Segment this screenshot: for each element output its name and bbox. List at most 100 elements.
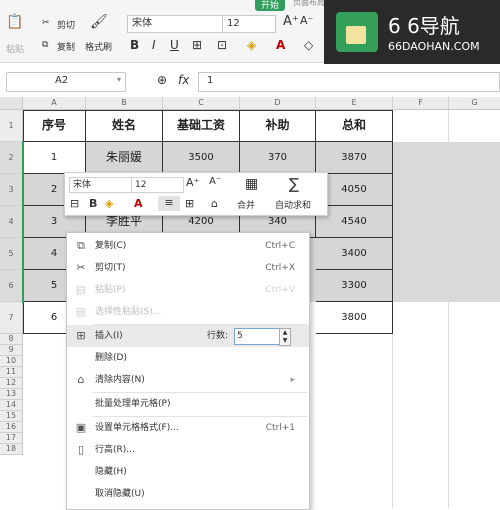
column-header[interactable]: A bbox=[23, 97, 86, 110]
eraser-icon[interactable]: ◇ bbox=[304, 38, 313, 52]
row-header[interactable]: 7 bbox=[0, 302, 23, 334]
header-name[interactable]: 姓名 bbox=[86, 110, 163, 142]
grow-font-button[interactable]: A⁺ bbox=[283, 14, 299, 29]
copy-button[interactable]: 复制 bbox=[57, 40, 75, 53]
autosum-button[interactable]: 自动求和 bbox=[275, 198, 311, 211]
zoom-icon[interactable]: ⊕ bbox=[157, 73, 167, 87]
row-header[interactable]: 13 bbox=[0, 389, 23, 400]
header-subsidy[interactable]: 补助 bbox=[240, 110, 316, 142]
underline-button[interactable]: U bbox=[170, 38, 179, 52]
insert-rows-input[interactable]: 5 bbox=[234, 328, 282, 345]
row-header[interactable]: 1 bbox=[0, 110, 23, 142]
menu-item-delete[interactable]: 删除(D) bbox=[67, 347, 309, 369]
column-header[interactable]: D bbox=[240, 97, 316, 110]
menu-item-unhide[interactable]: 取消隐藏(U) bbox=[67, 483, 309, 505]
column-header[interactable]: B bbox=[86, 97, 163, 110]
border-icon[interactable]: ⊞ bbox=[185, 197, 194, 210]
formula-input[interactable]: 1 bbox=[198, 72, 500, 92]
column-header[interactable]: G bbox=[449, 97, 500, 110]
insert-icon: ⊞ bbox=[76, 329, 86, 342]
header-total[interactable]: 总和 bbox=[316, 110, 393, 142]
tab-home[interactable]: 开始 bbox=[255, 0, 286, 11]
header-base-salary[interactable]: 基础工资 bbox=[163, 110, 240, 142]
row-header[interactable]: 18 bbox=[0, 444, 23, 455]
table-cell[interactable]: 3300 bbox=[316, 270, 393, 302]
paste-icon[interactable]: 📋 bbox=[6, 14, 23, 30]
font-name-select[interactable]: 宋体 bbox=[127, 15, 223, 33]
font-size-select[interactable]: 12 bbox=[222, 15, 276, 33]
header-seq[interactable]: 序号 bbox=[23, 110, 86, 142]
name-box[interactable]: A2 ▾ bbox=[6, 72, 126, 92]
row-header[interactable]: 17 bbox=[0, 433, 23, 444]
row-header[interactable]: 10 bbox=[0, 356, 23, 367]
paste-button[interactable]: 粘贴 bbox=[6, 42, 24, 55]
autosum-icon[interactable]: ∑ bbox=[289, 175, 299, 193]
mini-font-color-button[interactable]: A bbox=[134, 197, 143, 210]
chevron-down-icon[interactable]: ▾ bbox=[117, 75, 121, 84]
menu-item-paste-special[interactable]: ▤ 选择性粘贴(S)... bbox=[67, 301, 309, 323]
column-header[interactable]: C bbox=[163, 97, 240, 110]
format-painter-button[interactable]: 格式刷 bbox=[85, 40, 112, 53]
tab-page-layout[interactable]: 页面布局 bbox=[293, 0, 325, 8]
mini-bold-button[interactable]: B bbox=[89, 197, 97, 210]
scissors-icon[interactable]: ✂ bbox=[42, 18, 50, 28]
row-header[interactable]: 8 bbox=[0, 334, 23, 345]
row-header[interactable]: 12 bbox=[0, 378, 23, 389]
menu-item-format-cells[interactable]: ▣ 设置单元格格式(F)... Ctrl+1 bbox=[67, 417, 309, 439]
menu-item-copy[interactable]: ⧉ 复制(C) Ctrl+C bbox=[67, 235, 309, 257]
cut-button[interactable]: 剪切 bbox=[57, 18, 75, 31]
shrink-font-button[interactable]: A⁻ bbox=[300, 14, 313, 27]
menu-item-hide[interactable]: 隐藏(H) bbox=[67, 461, 309, 483]
table-cell[interactable]: 3500 bbox=[163, 142, 240, 174]
table-cell[interactable]: 1 bbox=[23, 142, 86, 174]
format-painter-icon[interactable]: 🖌 bbox=[90, 14, 108, 30]
menu-item-insert[interactable]: ⊞ 插入(I) 行数: 5 ▲ ▼ bbox=[67, 325, 309, 347]
fx-icon[interactable]: fx bbox=[178, 73, 189, 87]
row-header[interactable]: 2 bbox=[0, 142, 23, 174]
mini-font-size[interactable]: 12 bbox=[131, 177, 184, 193]
row-header[interactable]: 9 bbox=[0, 345, 23, 356]
table-cell[interactable]: 3800 bbox=[316, 302, 393, 334]
bold-button[interactable]: B bbox=[130, 38, 139, 52]
row-header[interactable]: 15 bbox=[0, 411, 23, 422]
row-header[interactable]: 3 bbox=[0, 174, 23, 206]
row-header[interactable]: 4 bbox=[0, 206, 23, 238]
italic-button[interactable]: I bbox=[152, 38, 156, 52]
row-header[interactable]: 11 bbox=[0, 367, 23, 378]
clear-format-icon[interactable]: ⌂ bbox=[211, 197, 218, 210]
table-cell[interactable]: 朱丽媛 bbox=[86, 142, 163, 174]
fill-bucket-icon[interactable]: ◈ bbox=[105, 197, 113, 210]
merge-cells-icon[interactable]: ⊟ bbox=[70, 197, 79, 210]
mini-grow-font-button[interactable]: A⁺ bbox=[186, 176, 199, 189]
mini-shrink-font-button[interactable]: A⁻ bbox=[209, 176, 221, 187]
border-icon[interactable]: ⊞ bbox=[192, 38, 202, 52]
mini-format-toolbar: 宋体 12 A⁺ A⁻ ⊟ B ◈ A ≡ ⊞ ⌂ ▦ 合并 ∑ 自动求和 bbox=[64, 172, 328, 216]
row-header[interactable]: 16 bbox=[0, 422, 23, 433]
highlight-icon[interactable]: ◈ bbox=[247, 38, 256, 52]
copy-icon[interactable]: ⧉ bbox=[42, 40, 48, 50]
menu-item-row-height[interactable]: ▯ 行高(R)... bbox=[67, 439, 309, 461]
row-header[interactable]: 5 bbox=[0, 238, 23, 270]
mini-font-name[interactable]: 宋体 bbox=[69, 177, 132, 193]
table-cell[interactable]: 3400 bbox=[316, 238, 393, 270]
table-cell[interactable]: 3870 bbox=[316, 142, 393, 174]
merge-button[interactable]: 合并 bbox=[237, 198, 255, 211]
row-header[interactable]: 6 bbox=[0, 270, 23, 302]
eraser-icon: ⌂ bbox=[77, 373, 85, 386]
menu-item-batch-process[interactable]: 批量处理单元格(P) bbox=[67, 393, 309, 415]
merge-icon[interactable]: ▦ bbox=[245, 176, 258, 192]
menu-item-clear-contents[interactable]: ⌂ 清除内容(N) ▸ bbox=[67, 369, 309, 391]
menu-item-cut[interactable]: ✂ 剪切(T) Ctrl+X bbox=[67, 257, 309, 279]
fill-color-icon[interactable]: ⊡ bbox=[217, 38, 227, 52]
watermark-logo: 6 6导航 66DAOHAN.COM bbox=[324, 0, 500, 64]
row-header[interactable]: 14 bbox=[0, 400, 23, 411]
menu-item-paste[interactable]: ▤ 粘贴(P) Ctrl+V bbox=[67, 279, 309, 301]
column-header[interactable]: F bbox=[393, 97, 449, 110]
rows-stepper[interactable]: ▲ ▼ bbox=[279, 328, 291, 346]
paste-special-icon: ▤ bbox=[75, 305, 87, 318]
table-cell[interactable]: 370 bbox=[240, 142, 316, 174]
font-color-button[interactable]: A bbox=[276, 38, 285, 52]
select-all-corner[interactable] bbox=[0, 97, 23, 110]
align-center-icon[interactable]: ≡ bbox=[158, 196, 180, 211]
column-header[interactable]: E bbox=[316, 97, 393, 110]
